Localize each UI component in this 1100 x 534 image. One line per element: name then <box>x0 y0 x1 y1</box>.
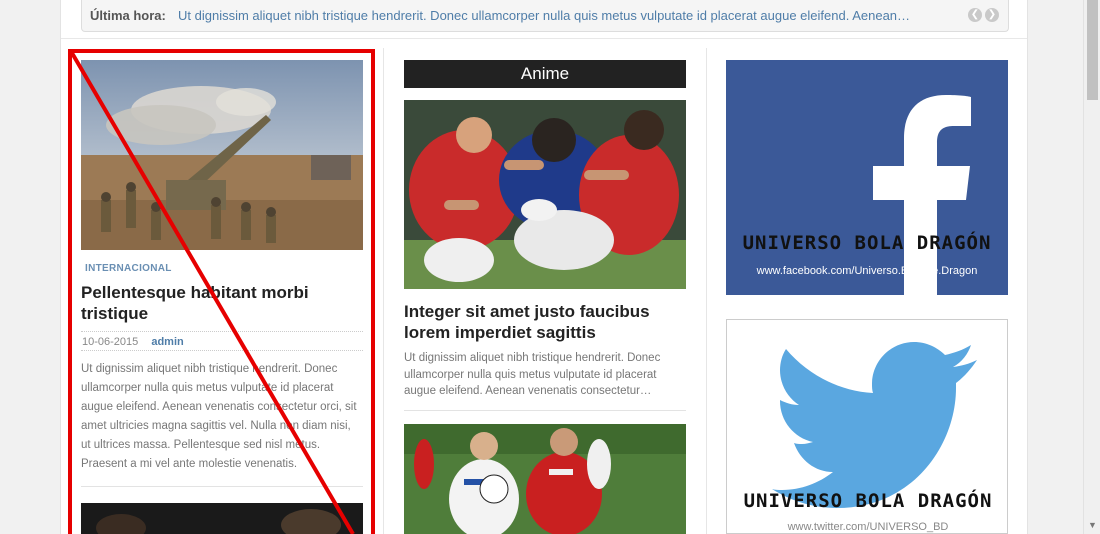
divider <box>81 486 363 487</box>
vertical-scrollbar[interactable]: ▼ <box>1083 0 1100 534</box>
post-image-rugby[interactable] <box>404 100 686 289</box>
post-meta: 10-06-2015 admin <box>81 331 363 351</box>
twitter-url[interactable]: www.twitter.com/UNIVERSO_BD <box>727 521 1007 533</box>
post-excerpt: Ut dignissim aliquet nibh tristique hend… <box>404 352 661 397</box>
chevron-right-icon[interactable]: ❯ <box>985 8 999 22</box>
post-author-link[interactable]: admin <box>151 336 183 348</box>
column-divider <box>383 48 384 534</box>
section-heading[interactable]: Anime <box>404 60 686 88</box>
breaking-news-link[interactable]: Ut dignissim aliquet nibh tristique hend… <box>178 8 910 23</box>
post-excerpt: Ut dignissim aliquet nibh tristique hend… <box>81 363 357 470</box>
chevron-left-icon[interactable]: ❮ <box>968 8 982 22</box>
breaking-news-bar: Última hora: Ut dignissim aliquet nibh t… <box>81 0 1009 32</box>
facebook-brand-text: UNIVERSO BOLA DRAGÓN <box>742 232 992 254</box>
post-date: 10-06-2015 <box>82 336 139 348</box>
header-divider <box>61 38 1027 39</box>
post-image-next[interactable] <box>81 503 363 534</box>
twitter-brand-text: UNIVERSO BOLA DRAGÓN <box>743 490 993 512</box>
twitter-banner[interactable]: UNIVERSO BOLA DRAGÓN www.twitter.com/UNI… <box>726 319 1008 534</box>
scroll-down-arrow-icon[interactable]: ▼ <box>1087 518 1098 532</box>
divider <box>404 410 686 411</box>
post-title[interactable]: Pellentesque habitant morbi tristique <box>81 282 363 324</box>
facebook-icon <box>873 95 971 295</box>
facebook-banner[interactable]: UNIVERSO BOLA DRAGÓN www.facebook.com/Un… <box>726 60 1008 295</box>
breaking-news-label: Última hora: <box>90 8 166 23</box>
page-container: Última hora: Ut dignissim aliquet nibh t… <box>60 0 1028 534</box>
post-image-soccer[interactable] <box>404 424 686 534</box>
scroll-thumb[interactable] <box>1087 0 1098 100</box>
facebook-url[interactable]: www.facebook.com/Universo.Bola.de.Dragon <box>726 265 1008 277</box>
post-title[interactable]: Integer sit amet justo faucibus lorem im… <box>404 301 686 343</box>
column-divider <box>706 48 707 534</box>
post-category[interactable]: INTERNACIONAL <box>85 263 172 274</box>
post-image-artillery[interactable] <box>81 60 363 250</box>
